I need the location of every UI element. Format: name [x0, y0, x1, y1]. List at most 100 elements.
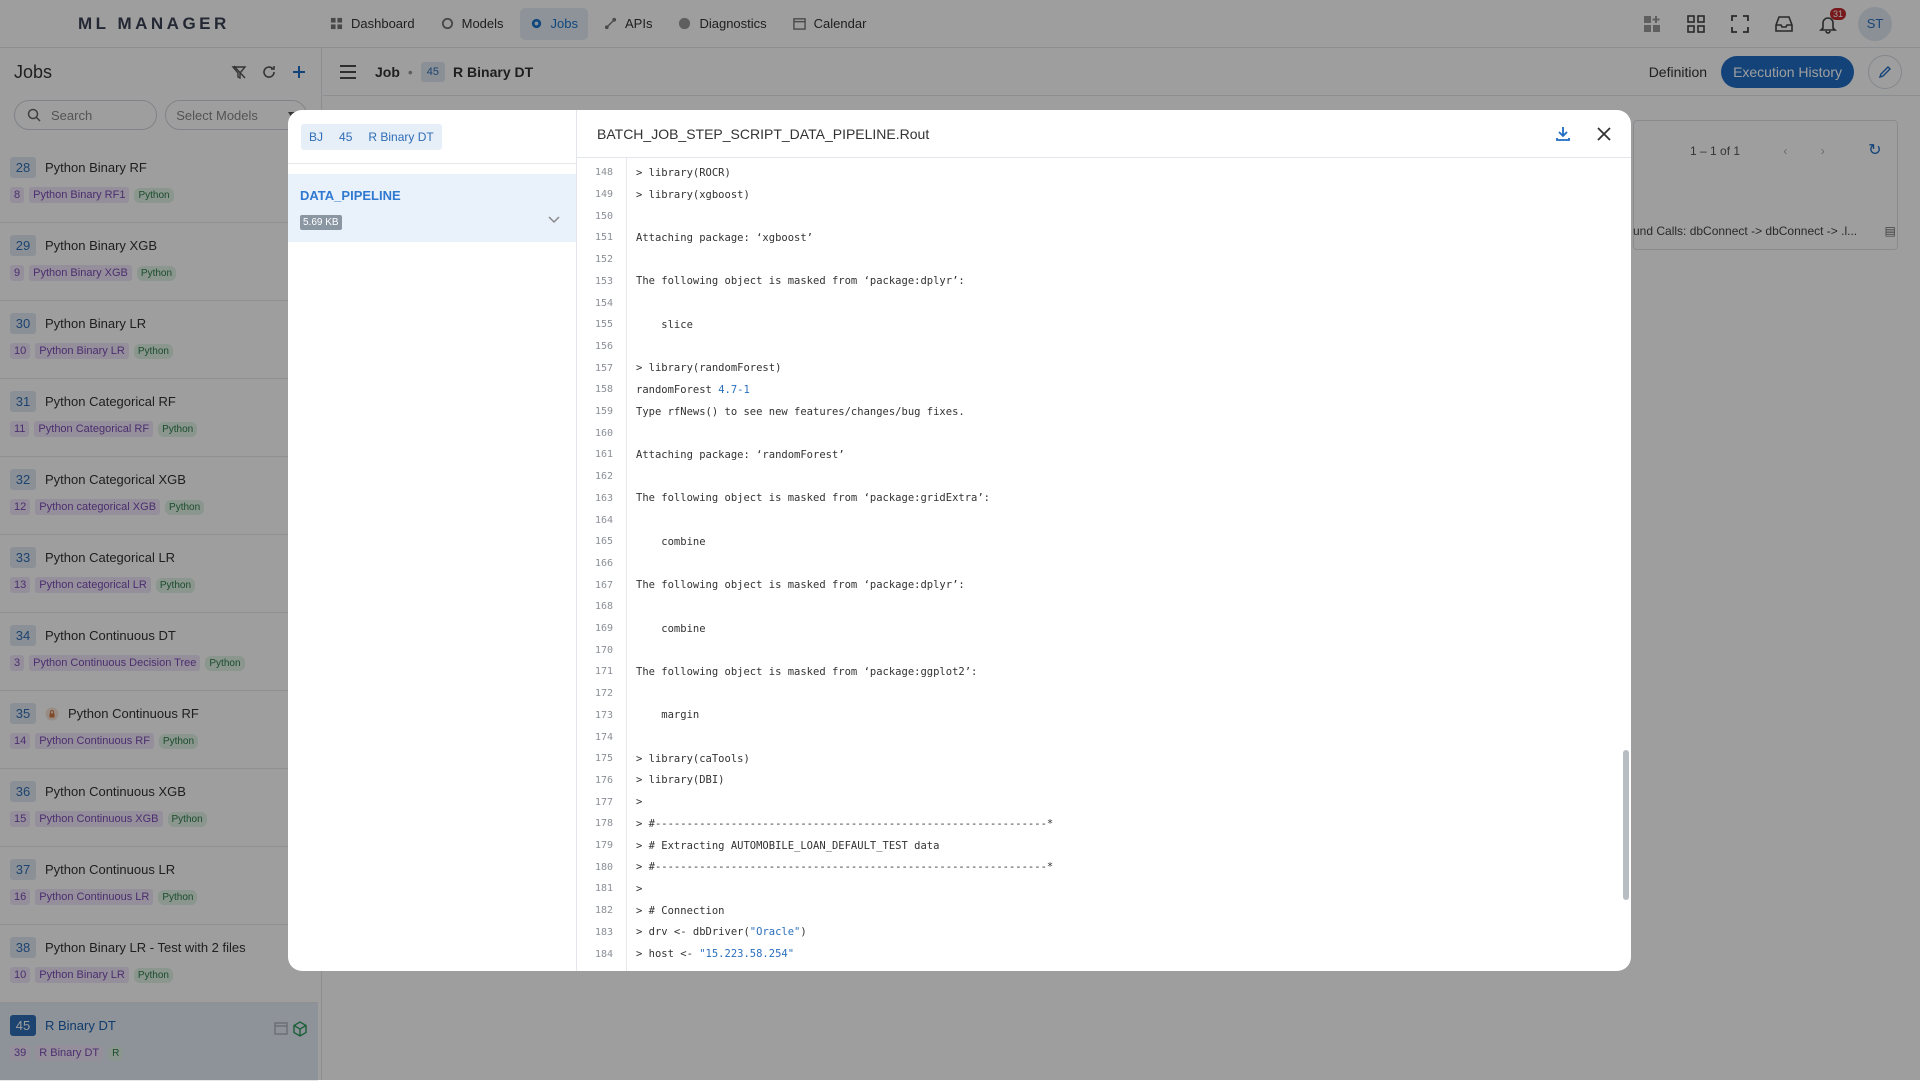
line-text: combine — [636, 622, 706, 635]
modal-crumb: BJ 45 R Binary DT — [301, 123, 442, 150]
line-code: Attaching package: ‘randomForest’ — [636, 448, 845, 461]
crumb-type: BJ — [309, 129, 324, 144]
log-viewer-modal: BJ 45 R Binary DT DATA_PIPELINE 5.69 KB … — [288, 110, 1631, 971]
download-icon[interactable] — [1555, 126, 1571, 142]
line-code: > library(caTools) — [636, 752, 750, 765]
line-text: The following object is masked from ‘pac… — [636, 579, 965, 591]
log-line: 173 margin — [577, 705, 1631, 727]
step-size-badge: 5.69 KB — [300, 215, 342, 230]
line-number: 173 — [594, 709, 613, 721]
line-number: 165 — [594, 536, 613, 548]
line-number: 166 — [594, 557, 613, 569]
line-literal: "Oracle" — [749, 926, 801, 939]
line-number: 162 — [594, 471, 613, 483]
log-line: 153 The following object is masked from ‘… — [577, 271, 1631, 293]
log-line: 166 — [577, 553, 1631, 575]
log-line: 151 Attaching package: ‘xgboost’ — [577, 227, 1631, 249]
line-number: 161 — [594, 449, 613, 461]
line-text: combine — [636, 535, 706, 548]
line-number: 150 — [594, 210, 613, 222]
line-number: 179 — [594, 840, 613, 852]
line-number: 153 — [594, 275, 613, 287]
line-text: > library(xgboost) — [636, 189, 750, 201]
file-title: BATCH_JOB_STEP_SCRIPT_DATA_PIPELINE.Rout — [597, 125, 930, 142]
line-code: The following object is masked from ‘pac… — [636, 275, 965, 288]
log-line: 149 > library(xgboost) — [577, 184, 1631, 206]
close-icon[interactable] — [1597, 126, 1611, 141]
log-line: 164 — [577, 509, 1631, 531]
log-line: 160 — [577, 422, 1631, 444]
line-text: > #-------------------------------------… — [636, 818, 1053, 830]
line-number: 174 — [594, 731, 613, 743]
line-number: 176 — [594, 774, 613, 786]
log-line: 176 > library(DBI) — [577, 770, 1631, 792]
line-code: > # Connection — [636, 904, 725, 917]
file-viewer-actions — [1555, 126, 1631, 142]
line-number: 156 — [594, 340, 613, 352]
crumb-id: 45 — [339, 129, 353, 144]
log-line: 169 combine — [577, 618, 1631, 640]
log-content[interactable]: 148 > library(ROCR) 149 > library(xgboost) 1… — [577, 158, 1631, 971]
log-line: 165 combine — [577, 531, 1631, 553]
line-text: Attaching package: ‘randomForest’ — [636, 449, 845, 461]
line-code: The following object is masked from ‘pac… — [636, 492, 991, 505]
line-number: 169 — [594, 623, 613, 635]
log-line: 154 — [577, 292, 1631, 314]
log-line: 161 Attaching package: ‘randomForest’ — [577, 444, 1631, 466]
line-code: > #-------------------------------------… — [636, 817, 1054, 830]
log-line: 162 — [577, 466, 1631, 488]
crumb-name: R Binary DT — [368, 129, 434, 144]
line-code: > drv <- dbDriver( — [636, 926, 750, 939]
line-number: 159 — [594, 406, 613, 418]
line-code: randomForest — [636, 383, 719, 396]
line-number: 149 — [594, 189, 613, 201]
log-line: 152 — [577, 249, 1631, 271]
line-number: 160 — [594, 427, 613, 439]
line-code: margin — [636, 709, 700, 722]
line-text: > drv <- dbDriver("Oracle") — [636, 926, 807, 938]
log-line: 183 > drv <- dbDriver("Oracle") — [577, 922, 1631, 944]
line-number: 170 — [594, 644, 613, 656]
line-code: Attaching package: ‘xgboost’ — [636, 231, 814, 244]
log-scrollbar[interactable] — [1623, 750, 1629, 900]
line-code: > # Extracting AUTOMOBILE_LOAN_DEFAULT_T… — [636, 839, 940, 852]
line-code: > — [636, 796, 643, 809]
line-number: 155 — [594, 319, 613, 331]
line-code: > #-------------------------------------… — [636, 861, 1054, 874]
line-number: 148 — [594, 167, 613, 179]
log-line: 178 > #----------------------------------… — [577, 813, 1631, 835]
line-text: > library(randomForest) — [636, 362, 781, 374]
line-number: 178 — [594, 818, 613, 830]
step-name: DATA_PIPELINE — [300, 188, 401, 203]
line-number: 172 — [594, 688, 613, 700]
line-number: 157 — [594, 362, 613, 374]
step-item-data-pipeline[interactable]: DATA_PIPELINE 5.69 KB — [288, 174, 576, 242]
log-line: 181 > — [577, 878, 1631, 900]
line-number: 158 — [594, 384, 613, 396]
line-text: The following object is masked from ‘pac… — [636, 275, 965, 287]
log-line: 171 The following object is masked from ‘… — [577, 661, 1631, 683]
chevron-down-icon[interactable] — [548, 216, 560, 224]
line-code: The following object is masked from ‘pac… — [636, 665, 978, 678]
line-text: > library(caTools) — [636, 753, 750, 765]
line-text: The following object is masked from ‘pac… — [636, 492, 990, 504]
log-line: 159 Type rfNews() to see new features/cha… — [577, 401, 1631, 423]
log-line: 179 > # Extracting AUTOMOBILE_LOAN_DEFAUL… — [577, 835, 1631, 857]
line-code: > — [636, 882, 643, 895]
line-code: combine — [636, 622, 706, 635]
line-literal: 4.7-1 — [718, 383, 750, 396]
line-number: 184 — [594, 948, 613, 960]
line-number: 152 — [594, 254, 613, 266]
line-number: 167 — [594, 579, 613, 591]
line-number: 171 — [594, 666, 613, 678]
line-number: 163 — [594, 492, 613, 504]
line-code: > library(xgboost) — [636, 188, 750, 201]
log-line: 158 randomForest 4.7-1 — [577, 379, 1631, 401]
line-number: 175 — [594, 753, 613, 765]
log-line: 180 > #----------------------------------… — [577, 856, 1631, 878]
line-text: margin — [636, 709, 699, 721]
line-code: combine — [636, 535, 706, 548]
log-line: 155 slice — [577, 314, 1631, 336]
modal-file-viewer: BATCH_JOB_STEP_SCRIPT_DATA_PIPELINE.Rout… — [577, 110, 1631, 971]
line-text: > — [636, 883, 642, 895]
